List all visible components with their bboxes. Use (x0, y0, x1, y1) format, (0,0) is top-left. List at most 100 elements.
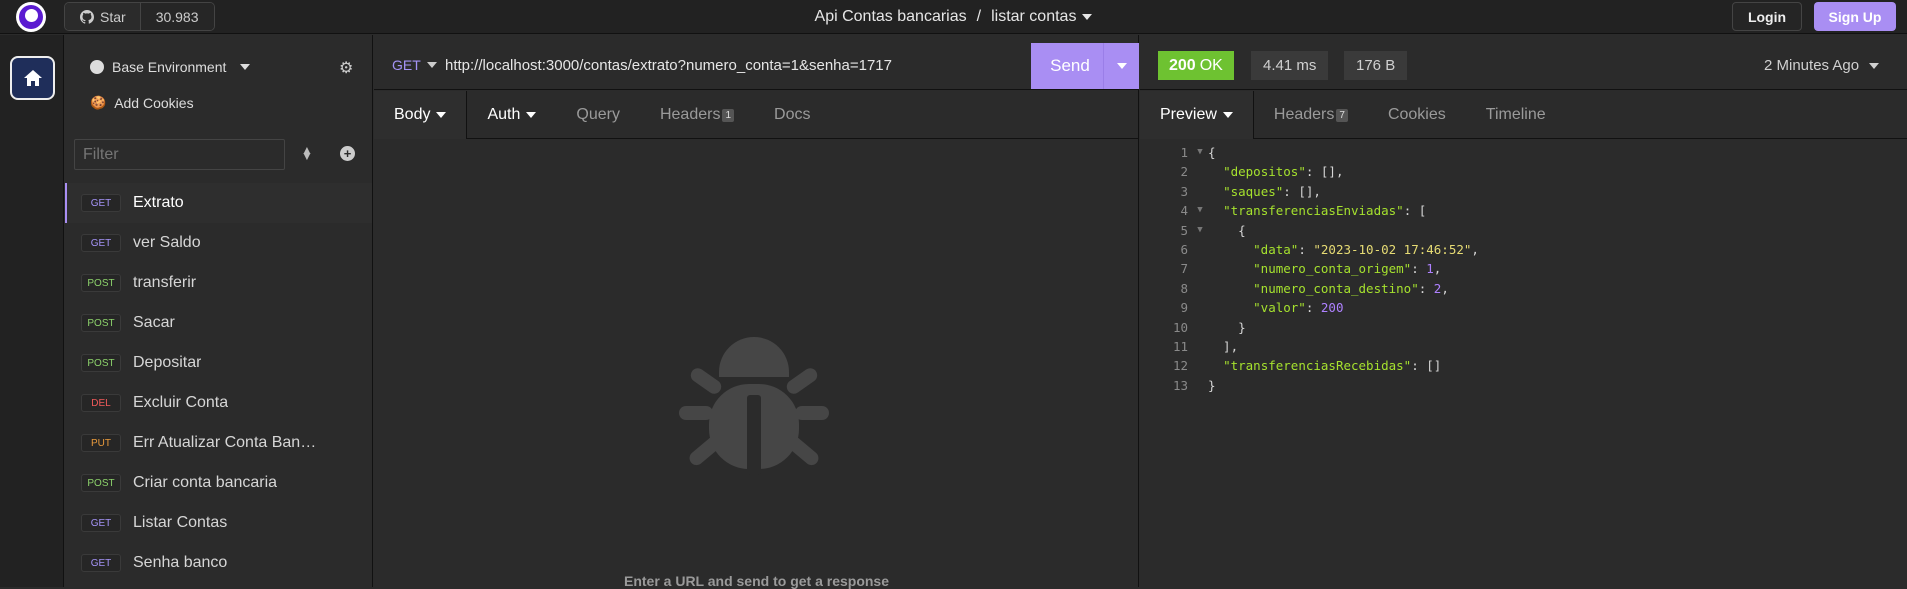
code-token: "numero_conta_origem" (1253, 261, 1412, 277)
method-badge: PUT (81, 434, 121, 452)
code-token: : (1298, 241, 1314, 257)
star-label: Star (100, 8, 126, 25)
code-line: 11 ], (1140, 337, 1907, 356)
fold-toggle-icon[interactable]: ▼ (1192, 201, 1208, 220)
github-icon (80, 9, 94, 24)
sort-icon[interactable]: ▲ ▼ (301, 144, 313, 162)
sidebar-request-item[interactable]: POST Depositar (65, 343, 372, 383)
code-token: "data" (1253, 241, 1299, 257)
status-text: OK (1199, 56, 1223, 74)
sidebar-request-item[interactable]: GET Extrato (65, 183, 372, 223)
code-line: 12 "transferenciasRecebidas": [] (1140, 356, 1907, 375)
fold-gutter (1192, 240, 1208, 259)
request-label: Senha banco (133, 554, 228, 571)
code-token: : [], (1283, 183, 1321, 199)
response-pane: 200 OK 4.41 ms 176 B 2 Minutes Ago Previe… (1140, 35, 1907, 587)
code-token: , (1433, 261, 1442, 277)
gear-icon[interactable]: ⚙ (339, 58, 353, 78)
breadcrumb-collection[interactable]: listar contas (991, 8, 1093, 26)
code-line: 5 ▼ { (1140, 221, 1907, 240)
chevron-down-icon (1869, 62, 1880, 69)
code-token: "saques" (1223, 183, 1284, 199)
fold-toggle-icon[interactable]: ▼ (1192, 143, 1208, 162)
code-token: } (1208, 319, 1246, 335)
line-number: 5 (1180, 222, 1188, 238)
breadcrumb-workspace[interactable]: Api Contas bancarias (815, 8, 967, 26)
add-request-icon[interactable]: + (340, 146, 355, 161)
request-label: Depositar (133, 354, 202, 371)
line-number: 7 (1180, 261, 1188, 277)
tab-query[interactable]: Query (556, 91, 640, 139)
home-button[interactable] (10, 56, 55, 100)
method-badge: GET (81, 554, 121, 572)
insomnia-logo[interactable] (14, 2, 48, 32)
tab-headers[interactable]: Headers 1 (640, 91, 754, 139)
tab-body[interactable]: Body (374, 91, 468, 139)
line-number: 8 (1180, 280, 1188, 296)
sidebar-request-item[interactable]: POST Criar conta bancaria (65, 463, 372, 503)
tab-docs[interactable]: Docs (754, 91, 830, 139)
sidebar-request-item[interactable]: GET Listar Contas (65, 503, 372, 543)
chevron-down-icon (240, 64, 251, 70)
github-star-group[interactable]: Star 30.983 (64, 2, 215, 31)
tab-query-label: Query (576, 106, 620, 123)
add-cookies-button[interactable]: 🍪 Add Cookies (90, 95, 194, 111)
url-input[interactable]: http://localhost:3000/contas/extrato?num… (445, 57, 892, 74)
tab-response-headers[interactable]: Headers 7 (1254, 91, 1368, 139)
line-number: 1 (1180, 145, 1188, 160)
line-number: 6 (1180, 241, 1188, 257)
cookie-icon: 🍪 (90, 95, 107, 110)
tab-auth-label: Auth (487, 106, 521, 123)
login-button[interactable]: Login (1732, 2, 1802, 31)
history-label: 2 Minutes Ago (1764, 57, 1860, 74)
sidebar-request-item[interactable]: POST Sacar (65, 303, 372, 343)
code-token: 2 (1433, 280, 1442, 296)
code-token: : [ (1403, 203, 1427, 219)
sidebar-request-item[interactable]: GET Senha banco (65, 543, 372, 583)
tab-preview-label: Preview (1160, 106, 1217, 123)
method-selector[interactable]: GET (392, 57, 437, 73)
fold-toggle-icon[interactable]: ▼ (1192, 221, 1208, 240)
request-label: ver Saldo (133, 234, 201, 251)
response-header: 200 OK 4.41 ms 176 B 2 Minutes Ago (1140, 35, 1907, 90)
chevron-down-icon (1116, 63, 1127, 69)
tab-auth[interactable]: Auth (467, 91, 556, 139)
sidebar-request-item[interactable]: POST transferir (65, 263, 372, 303)
method-badge: POST (81, 354, 121, 372)
code-token: { (1208, 222, 1246, 238)
history-dropdown[interactable]: 2 Minutes Ago (1764, 57, 1880, 74)
code-line: 1 ▼{ (1140, 143, 1907, 162)
filter-input[interactable] (74, 139, 285, 170)
environment-selector[interactable]: Base Environment (90, 59, 251, 75)
sidebar-request-item[interactable]: DEL Excluir Conta (65, 383, 372, 423)
tab-response-headers-label: Headers (1273, 106, 1335, 123)
code-token: "transferenciasEnviadas" (1223, 203, 1404, 219)
send-options-dropdown[interactable] (1103, 43, 1139, 89)
send-button[interactable]: Send (1031, 43, 1139, 89)
sidebar-request-item[interactable]: GET ver Saldo (65, 223, 372, 263)
tab-preview[interactable]: Preview (1140, 91, 1254, 139)
tab-timeline[interactable]: Timeline (1466, 91, 1566, 139)
fold-gutter (1192, 279, 1208, 298)
sidebar-request-item[interactable]: PUT Err Atualizar Conta Bancaria (65, 423, 372, 463)
request-label: Extrato (133, 194, 184, 211)
signup-button[interactable]: Sign Up (1814, 2, 1896, 31)
method-badge: POST (81, 314, 121, 332)
method-badge: DEL (81, 394, 121, 412)
github-star-button[interactable]: Star (65, 3, 141, 30)
tab-cookies[interactable]: Cookies (1368, 91, 1466, 139)
left-rail (0, 35, 64, 587)
fold-gutter (1192, 162, 1208, 181)
status-code: 200 (1169, 56, 1196, 74)
tab-timeline-label: Timeline (1485, 106, 1546, 123)
code-token: "valor" (1253, 300, 1306, 316)
code-token: : [] (1411, 358, 1442, 374)
tab-body-label: Body (394, 106, 431, 123)
method-badge: GET (81, 514, 121, 532)
code-line: 6 "data": "2023-10-02 17:46:52", (1140, 240, 1907, 259)
